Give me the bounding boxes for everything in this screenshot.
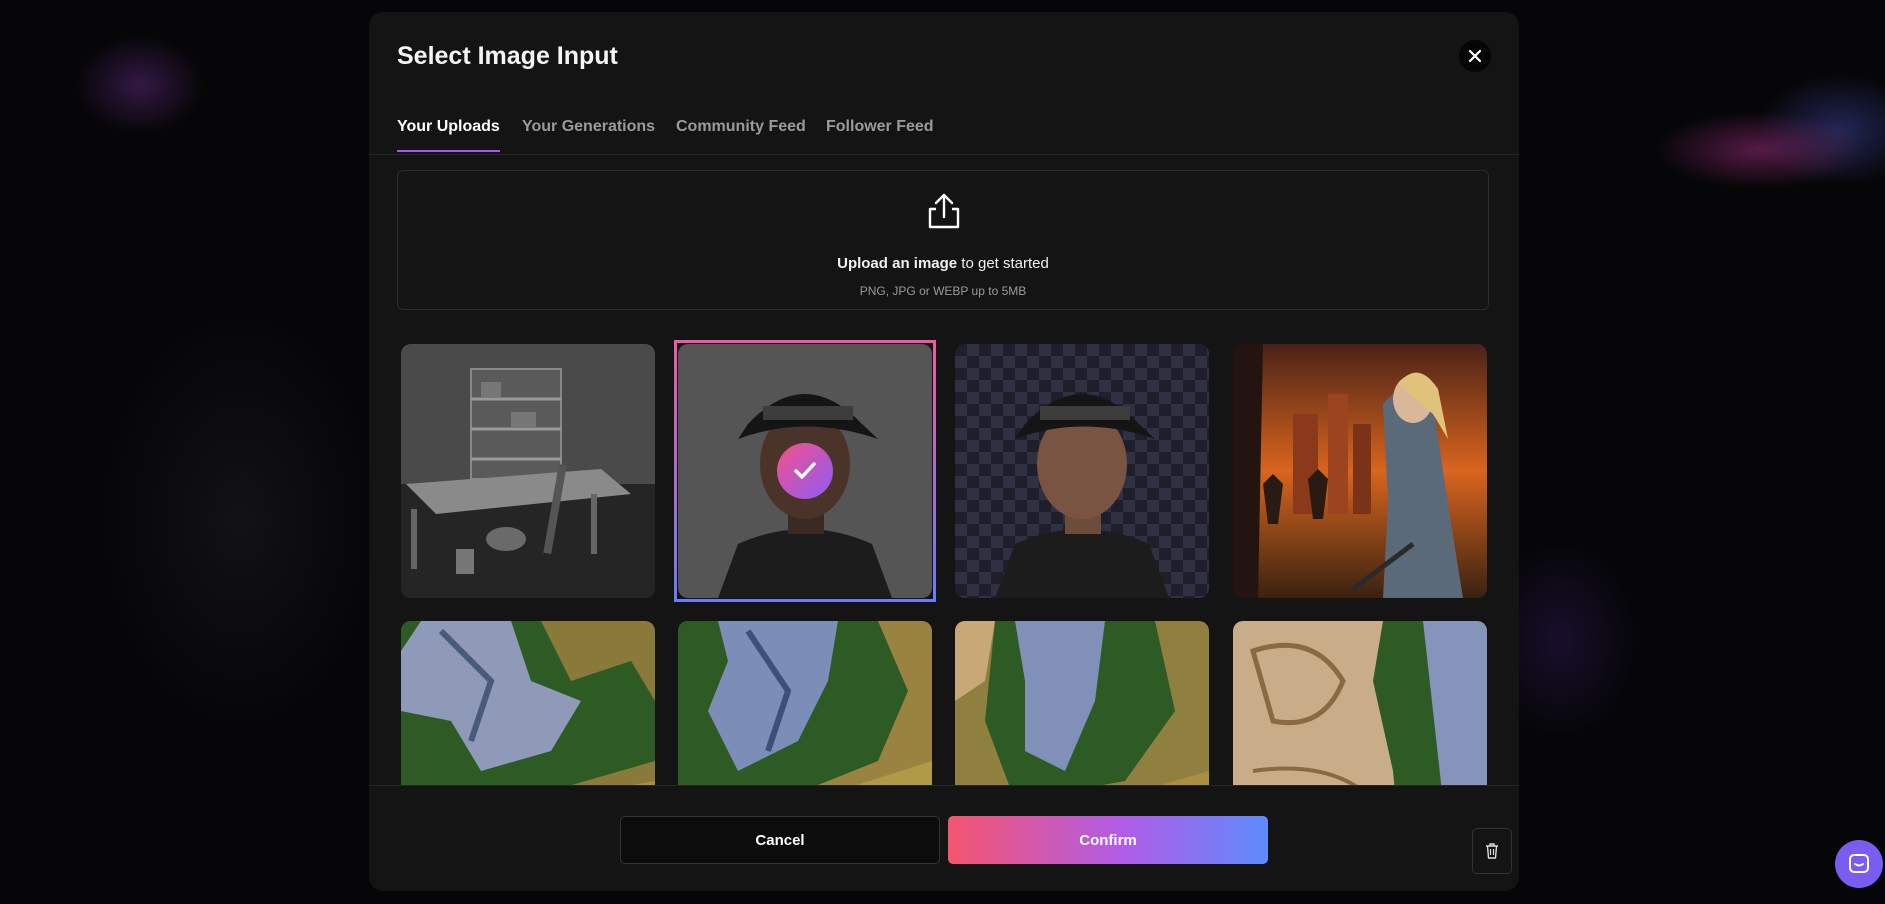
image-zombie-sunset [1233, 344, 1487, 598]
upload-prompt-rest: to get started [957, 255, 1049, 272]
image-thumb-2-selected[interactable] [674, 340, 936, 602]
select-image-dialog: Select Image Input Your Uploads Your Gen… [369, 12, 1519, 891]
upload-prompt: Upload an image to get started [398, 255, 1488, 272]
upload-file-hint: PNG, JPG or WEBP up to 5MB [859, 284, 1027, 298]
upload-icon [928, 193, 960, 229]
close-button[interactable] [1459, 40, 1491, 72]
tab-community-feed[interactable]: Community Feed [676, 118, 806, 150]
check-icon [794, 462, 816, 479]
image-map-3 [955, 621, 1209, 785]
image-thumb-6[interactable] [678, 621, 932, 785]
upload-dropzone[interactable]: Upload an image to get started PNG, JPG … [397, 170, 1489, 310]
image-map-1 [401, 621, 655, 785]
image-map-2 [678, 621, 932, 785]
image-map-desert [1233, 621, 1487, 785]
image-thumb-5[interactable] [401, 621, 655, 785]
cancel-button[interactable]: Cancel [620, 816, 940, 864]
confirm-button[interactable]: Confirm [948, 816, 1268, 864]
tab-your-generations[interactable]: Your Generations [522, 118, 655, 150]
tab-your-uploads[interactable]: Your Uploads [397, 118, 500, 152]
upload-prompt-bold: Upload an image [837, 255, 958, 272]
image-thumb-1[interactable] [401, 344, 655, 598]
dialog-title: Select Image Input [397, 42, 618, 70]
tab-bar: Your Uploads Your Generations Community … [369, 104, 1519, 155]
image-grid [369, 327, 1519, 785]
image-man-hat-transparent [955, 344, 1209, 598]
dialog-footer: Cancel Confirm [369, 785, 1519, 891]
image-thumb-3[interactable] [955, 344, 1209, 598]
selected-check-badge [777, 443, 833, 499]
image-workshop [401, 344, 655, 598]
close-icon [1468, 49, 1482, 63]
image-thumb-8[interactable] [1233, 621, 1487, 785]
delete-button[interactable] [1472, 828, 1512, 874]
chat-icon [1849, 854, 1869, 873]
image-thumb-7[interactable] [955, 621, 1209, 785]
image-thumb-4[interactable] [1233, 344, 1487, 598]
chat-support-button[interactable] [1835, 840, 1883, 888]
tab-follower-feed[interactable]: Follower Feed [826, 118, 934, 150]
trash-icon [1486, 843, 1498, 859]
